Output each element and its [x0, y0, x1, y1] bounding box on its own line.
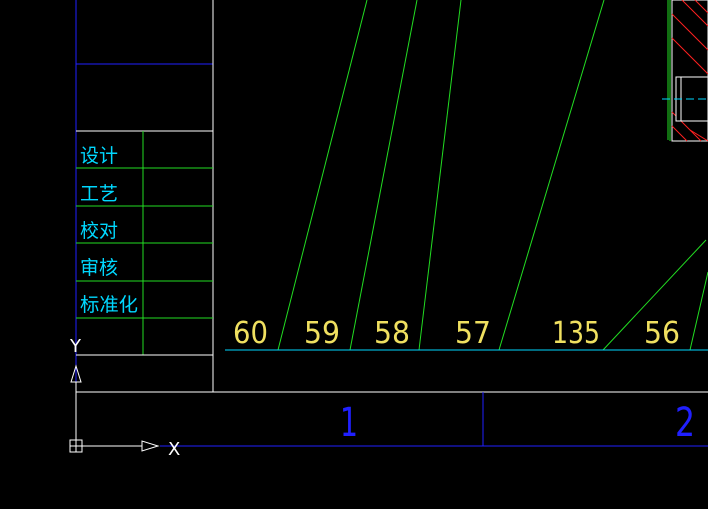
label-standardization: 标准化: [80, 294, 138, 316]
ucs-x-arrow-icon: [141, 440, 160, 452]
zone-label-2: 2: [675, 400, 695, 446]
ucs-y-label: Y: [69, 336, 82, 357]
label-check: 校对: [80, 220, 118, 242]
signature-table-labels: 设计 工艺 校对 审核 标准化: [80, 145, 138, 316]
dimension-label: 58: [374, 316, 410, 351]
cad-drawing-canvas[interactable]: 设计 工艺 校对 审核 标准化 60 59 58 57 135 56 1 2 X…: [0, 0, 708, 509]
dimension-label: 56: [644, 316, 680, 351]
ucs-x-label: X: [168, 439, 180, 460]
dimension-label: 135: [552, 316, 600, 351]
zone-label-1: 1: [340, 400, 358, 446]
label-process: 工艺: [80, 183, 118, 205]
green-slanted-lines: [277, 0, 708, 351]
dimension-labels: 60 59 58 57 135 56: [233, 316, 680, 351]
label-review: 审核: [80, 257, 118, 279]
label-design: 设计: [80, 145, 118, 167]
hatched-part: [662, 0, 708, 142]
dimension-label: 59: [304, 316, 340, 351]
zone-labels: 1 2: [340, 400, 695, 446]
dimension-label: 57: [455, 316, 491, 351]
ucs-icon[interactable]: [69, 364, 160, 453]
dimension-label: 60: [233, 316, 268, 351]
